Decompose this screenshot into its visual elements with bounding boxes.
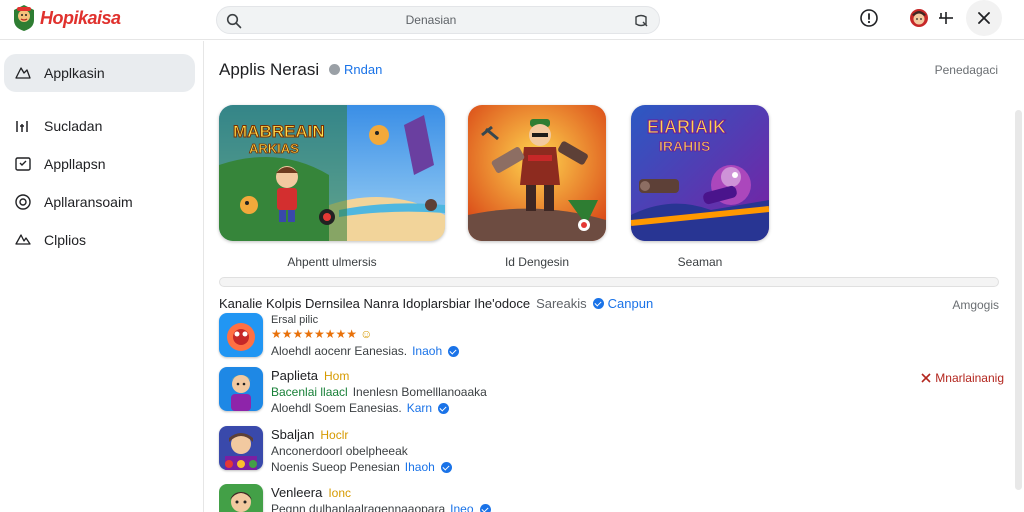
featured-card-art	[468, 105, 606, 241]
featured-card[interactable]: MABREAIN ARKIAS Ahpentt ulmersis	[219, 105, 445, 269]
sidebar-item-label: Sucladan	[44, 118, 103, 134]
verified-icon	[592, 298, 604, 309]
tag-icon	[15, 234, 31, 245]
list-header-title: Kanalie Kolpis Dernsilea Nanra Idoplarsb…	[219, 296, 531, 311]
sidebar-item-label: Appllapsn	[44, 156, 106, 172]
sidebar-item-charts[interactable]: Sucladan	[4, 107, 195, 145]
search-input[interactable]	[251, 7, 611, 33]
brand[interactable]: Hopikaisa	[12, 4, 121, 32]
close-button[interactable]	[966, 0, 1002, 36]
featured-card-art: EIARIAIK IRAHIIS	[631, 105, 769, 241]
sidebar-item-label: Clplios	[44, 232, 87, 248]
see-more-link[interactable]: Penedagaci	[935, 63, 998, 77]
svg-text:IRAHIIS: IRAHIIS	[659, 138, 710, 154]
featured-card-label: Id Dengesin	[504, 255, 570, 269]
list-item-link[interactable]: Karn	[407, 401, 432, 415]
sidebar-item-apps[interactable]: Applkasin	[4, 54, 195, 92]
list-item-action-label: Mnarlainanig	[935, 371, 1004, 385]
list-item-link[interactable]: Ineo	[450, 502, 473, 512]
verified-icon	[438, 402, 450, 414]
rating-stars: ★★★★★★★★	[271, 327, 358, 341]
list-header: Kanalie Kolpis Dernsilea Nanra Idoplarsb…	[219, 296, 1004, 311]
carousel-scrollbar[interactable]	[219, 277, 999, 287]
list-header-sep: Sareakis	[536, 296, 587, 311]
grid-icon[interactable]	[938, 10, 954, 26]
list-item-meta: Aloehdl aocenr Eanesias.	[271, 344, 408, 358]
sidebar-item-label: Apllaransoaim	[44, 194, 133, 210]
list-item-subtitle: Anconerdoorl obelpheeak	[271, 444, 408, 458]
list-item-link[interactable]: Inaoh	[412, 344, 442, 358]
list-item[interactable]: Ersal pilic ★★★★★★★★ ☺ Aloehdl aocenr Ea…	[219, 313, 1004, 363]
sidebar-item-discover[interactable]: Apllaransoaim	[4, 183, 195, 221]
list-item-action[interactable]: Mnarlainanig	[921, 371, 1004, 385]
app-icon	[219, 367, 263, 411]
info-dot-icon	[329, 64, 340, 75]
app-name: Hopikaisa	[40, 7, 121, 28]
list-item-subtitle: Inenlesn Bomelllanoaaka	[352, 385, 487, 399]
section-title: Applis Nerasi	[219, 60, 320, 79]
sidebar-item-label: Applkasin	[44, 65, 105, 81]
sidebar-item-library[interactable]: Appllapsn	[4, 145, 195, 183]
close-icon	[978, 12, 990, 24]
search-bar[interactable]	[216, 6, 660, 34]
main-content: Applis Nerasi Rndan Penedagaci MABREAIN …	[205, 41, 1024, 512]
list-item[interactable]: Sbaljan Hoclr Anconerdoorl obelpheeak No…	[219, 426, 1004, 476]
compass-icon	[15, 194, 31, 210]
list-item-title: Sbaljan	[271, 427, 315, 442]
list-item-subtitle: Pegnn dulhaplaalragennaaopara	[271, 502, 446, 512]
top-bar: Hopikaisa	[0, 0, 1024, 40]
featured-card-label: Ahpentt ulmersis	[287, 255, 377, 269]
help-icon[interactable]	[859, 8, 879, 28]
voice-search-icon[interactable]	[633, 13, 649, 29]
apps-icon	[15, 67, 31, 79]
verified-icon	[448, 345, 460, 357]
section-badge[interactable]: Rndan	[329, 62, 382, 77]
avatar[interactable]	[908, 6, 930, 30]
featured-card-label: Seaman	[677, 255, 723, 269]
list-item-title: Venleera	[271, 485, 323, 500]
app-icon	[219, 426, 263, 470]
verified-icon	[479, 503, 491, 512]
svg-text:ARKIAS: ARKIAS	[249, 141, 299, 156]
list-item-tag: Ionc	[328, 485, 352, 500]
list-item-meta: Aloehdl Soem Eanesias.	[271, 401, 402, 415]
list-item[interactable]: Paplieta Hom Bacenlai llaacl Inenlesn Bo…	[219, 367, 1004, 417]
list-item-title: Paplieta	[271, 368, 318, 383]
page-scrollbar[interactable]	[1015, 110, 1022, 490]
list-see-all-link[interactable]: Amgogis	[952, 298, 999, 312]
section-badge-label: Rndan	[344, 62, 383, 77]
featured-card[interactable]: EIARIAIK IRAHIIS Seaman	[631, 105, 769, 269]
featured-card-art: MABREAIN ARKIAS	[219, 105, 445, 241]
sidebar-item-offers[interactable]: Clplios	[4, 221, 195, 259]
library-icon	[15, 157, 31, 171]
chart-icon	[16, 121, 28, 132]
list-item-title: Ersal pilic	[271, 314, 319, 326]
rating-face-icon: ☺	[360, 327, 373, 341]
brand-logo-icon	[14, 5, 34, 31]
featured-card[interactable]: Id Dengesin	[468, 105, 606, 269]
app-icon	[219, 313, 263, 357]
list-header-badge[interactable]: Canpun	[608, 296, 654, 311]
verified-icon	[440, 461, 452, 473]
close-icon	[921, 373, 931, 383]
svg-text:MABREAIN: MABREAIN	[233, 122, 325, 141]
list-item-link[interactable]: Ihaoh	[405, 460, 435, 474]
list-item[interactable]: Venleera Ionc Pegnn dulhaplaalragennaaop…	[219, 484, 1004, 512]
sidebar: Applkasin Sucladan Appllapsn Apllaransoa…	[0, 41, 204, 512]
svg-text:EIARIAIK: EIARIAIK	[647, 117, 726, 137]
list-item-tag: Hoclr	[320, 427, 349, 442]
app-icon	[219, 484, 263, 512]
list-item-highlight: Bacenlai llaacl	[271, 385, 348, 399]
list-item-tag: Hom	[323, 368, 350, 383]
search-icon[interactable]	[226, 13, 242, 29]
list-item-meta: Noenis Sueop Penesian	[271, 460, 400, 474]
